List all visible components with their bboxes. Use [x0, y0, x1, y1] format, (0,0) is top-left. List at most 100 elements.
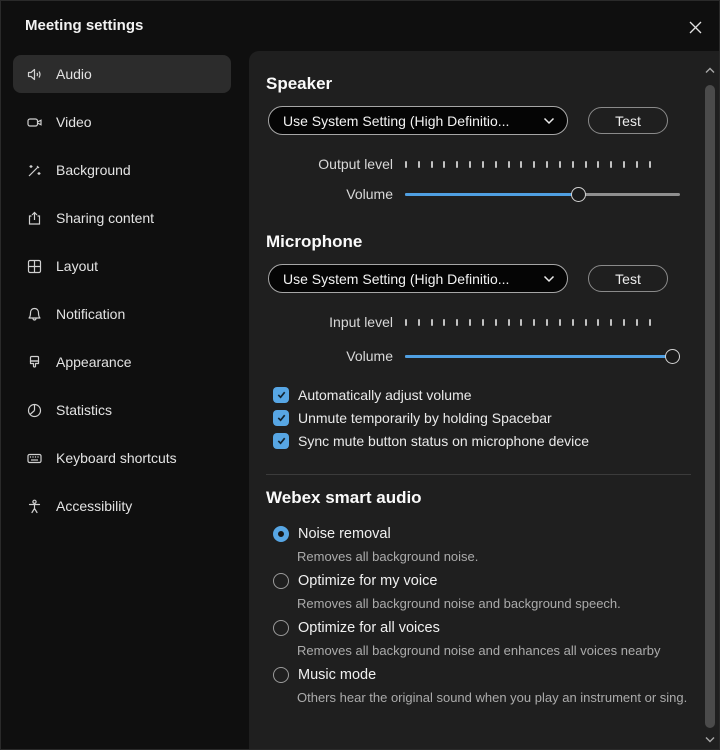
level-meter-tick	[636, 319, 638, 326]
scrollbar-thumb[interactable]	[705, 85, 715, 728]
sidebar-item-keyboard-shortcuts[interactable]: Keyboard shortcuts	[13, 439, 231, 477]
level-meter-tick	[520, 319, 522, 326]
level-meter-tick	[508, 319, 510, 326]
level-meter-tick	[533, 161, 535, 168]
sidebar-item-statistics[interactable]: Statistics	[13, 391, 231, 429]
sidebar-item-label: Background	[56, 162, 131, 178]
sidebar-item-background[interactable]: Background	[13, 151, 231, 189]
sidebar-item-label: Sharing content	[56, 210, 154, 226]
sidebar-item-label: Statistics	[56, 402, 112, 418]
sidebar-item-sharing-content[interactable]: Sharing content	[13, 199, 231, 237]
level-meter-tick	[469, 319, 471, 326]
sidebar-item-label: Accessibility	[56, 498, 132, 514]
magic-wand-icon	[26, 162, 43, 179]
radio-icon[interactable]	[273, 573, 289, 589]
slider-thumb[interactable]	[665, 349, 680, 364]
speaker-device-value: Use System Setting (High Definitio...	[283, 113, 543, 129]
level-meter-tick	[495, 161, 497, 168]
level-meter-tick	[649, 319, 651, 326]
checkbox-icon[interactable]	[273, 433, 289, 449]
radio-label: Noise removal	[298, 526, 391, 542]
speaker-device-select[interactable]: Use System Setting (High Definitio...	[268, 106, 568, 135]
microphone-device-select[interactable]: Use System Setting (High Definitio...	[268, 264, 568, 293]
radio-icon[interactable]	[273, 667, 289, 683]
level-meter-tick	[495, 319, 497, 326]
slider-thumb[interactable]	[571, 187, 586, 202]
titlebar: Meeting settings	[1, 1, 719, 51]
speaker-volume-label: Volume	[266, 186, 393, 202]
radio-description: Others hear the original sound when you …	[297, 688, 689, 708]
microphone-volume-slider[interactable]	[405, 347, 680, 365]
chevron-down-icon	[543, 117, 555, 125]
speaker-icon	[26, 66, 43, 83]
checkbox-icon[interactable]	[273, 387, 289, 403]
paintbrush-icon	[26, 354, 43, 371]
bell-icon	[26, 306, 43, 323]
camera-icon	[26, 114, 43, 131]
sidebar-item-label: Video	[56, 114, 92, 130]
level-meter-tick	[405, 319, 407, 326]
sidebar-item-video[interactable]: Video	[13, 103, 231, 141]
radio-icon[interactable]	[273, 620, 289, 636]
radio-icon[interactable]	[273, 526, 289, 542]
accessibility-icon	[26, 498, 43, 515]
statistics-icon	[26, 402, 43, 419]
level-meter-tick	[636, 161, 638, 168]
level-meter-tick	[623, 161, 625, 168]
level-meter-tick	[546, 319, 548, 326]
checkbox-automatically-adjust-volume[interactable]: Automatically adjust volume	[273, 383, 691, 406]
checkbox-icon[interactable]	[273, 410, 289, 426]
radio-optimize-for-all-voices[interactable]: Optimize for all voices	[273, 617, 691, 639]
radio-label: Optimize for all voices	[298, 620, 440, 636]
input-level-label: Input level	[266, 314, 393, 330]
level-meter-tick	[431, 161, 433, 168]
sidebar-item-layout[interactable]: Layout	[13, 247, 231, 285]
scroll-down-icon[interactable]	[705, 736, 715, 743]
sidebar-item-label: Audio	[56, 66, 92, 82]
radio-description: Removes all background noise and enhance…	[297, 641, 689, 661]
level-meter-tick	[443, 161, 445, 168]
checkbox-sync-mute-button-status[interactable]: Sync mute button status on microphone de…	[273, 429, 691, 452]
sidebar-item-audio[interactable]: Audio	[13, 55, 231, 93]
radio-description: Removes all background noise.	[297, 547, 689, 567]
microphone-input-level-meter	[405, 319, 651, 326]
smart-audio-heading: Webex smart audio	[266, 487, 691, 509]
close-button[interactable]	[683, 15, 707, 39]
level-meter-tick	[508, 161, 510, 168]
sidebar-item-label: Appearance	[56, 354, 132, 370]
level-meter-tick	[533, 319, 535, 326]
slider-fill	[405, 193, 579, 196]
microphone-test-button[interactable]: Test	[588, 265, 668, 292]
level-meter-tick	[456, 161, 458, 168]
radio-label: Optimize for my voice	[298, 573, 437, 589]
sidebar-item-label: Layout	[56, 258, 98, 274]
dialog-title: Meeting settings	[25, 17, 143, 34]
radio-music-mode[interactable]: Music mode	[273, 664, 691, 686]
speaker-test-button[interactable]: Test	[588, 107, 668, 134]
checkbox-unmute-temporarily-spacebar[interactable]: Unmute temporarily by holding Spacebar	[273, 406, 691, 429]
radio-noise-removal[interactable]: Noise removal	[273, 523, 691, 545]
sidebar-item-notification[interactable]: Notification	[13, 295, 231, 333]
layout-grid-icon	[26, 258, 43, 275]
speaker-volume-slider[interactable]	[405, 185, 680, 203]
level-meter-tick	[431, 319, 433, 326]
level-meter-tick	[597, 319, 599, 326]
microphone-device-value: Use System Setting (High Definitio...	[283, 271, 543, 287]
level-meter-tick	[649, 161, 651, 168]
scrollbar[interactable]	[704, 51, 716, 750]
level-meter-tick	[585, 319, 587, 326]
section-divider	[266, 474, 691, 475]
radio-label: Music mode	[298, 667, 376, 683]
checkbox-label: Sync mute button status on microphone de…	[298, 433, 589, 449]
audio-settings-panel: Speaker Use System Setting (High Definit…	[249, 51, 720, 750]
level-meter-tick	[520, 161, 522, 168]
close-icon	[688, 20, 703, 35]
level-meter-tick	[559, 161, 561, 168]
scroll-up-icon[interactable]	[705, 67, 715, 74]
radio-optimize-for-my-voice[interactable]: Optimize for my voice	[273, 570, 691, 592]
sidebar-item-appearance[interactable]: Appearance	[13, 343, 231, 381]
sidebar-item-accessibility[interactable]: Accessibility	[13, 487, 231, 525]
level-meter-tick	[405, 161, 407, 168]
microphone-heading: Microphone	[266, 231, 691, 253]
sidebar: Audio Video Background Sharing content L…	[13, 55, 231, 535]
